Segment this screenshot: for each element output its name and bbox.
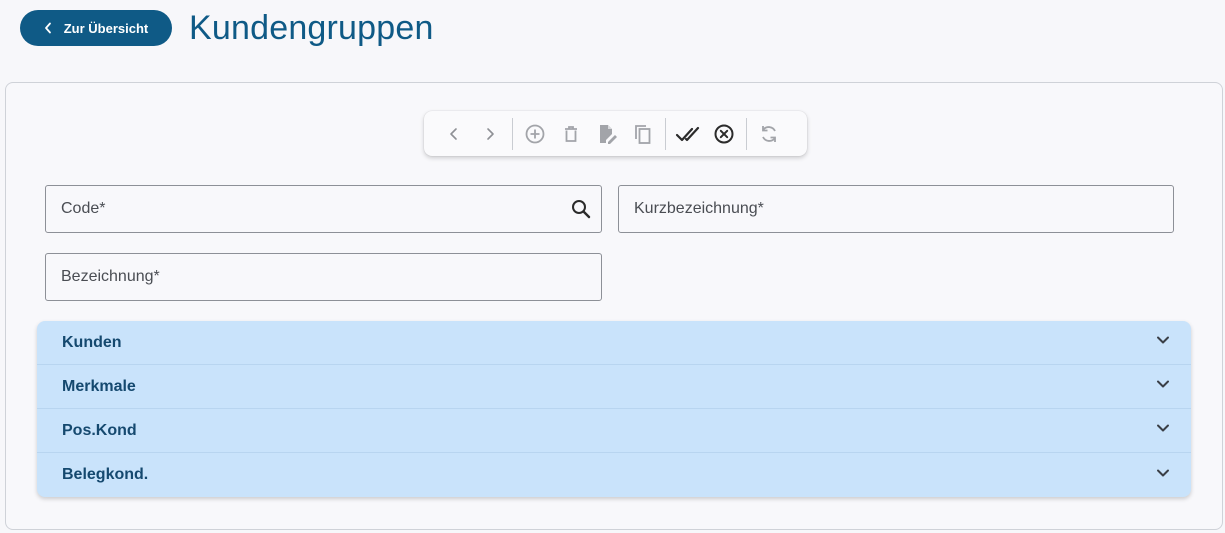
record-toolbar xyxy=(424,111,807,156)
plus-circle-icon xyxy=(524,123,546,145)
chevron-down-icon xyxy=(1155,420,1171,441)
bezeichnung-field xyxy=(45,253,602,301)
accordion: Kunden Merkmale Pos.Kond Belegkond. xyxy=(37,321,1191,497)
kurzbezeichnung-field xyxy=(618,185,1174,233)
copy-icon xyxy=(632,123,654,145)
delete-button[interactable] xyxy=(553,116,589,152)
edit-button[interactable] xyxy=(589,116,625,152)
chevron-down-icon xyxy=(1155,465,1171,486)
refresh-icon xyxy=(758,123,780,145)
trash-icon xyxy=(561,123,581,145)
previous-button[interactable] xyxy=(436,116,472,152)
chevron-left-icon xyxy=(44,22,52,34)
accordion-item-label: Pos.Kond xyxy=(62,421,137,439)
code-input[interactable] xyxy=(61,200,601,218)
add-button[interactable] xyxy=(517,116,553,152)
search-icon[interactable] xyxy=(570,198,592,225)
file-edit-icon xyxy=(596,123,618,145)
form-card: Kunden Merkmale Pos.Kond Belegkond. xyxy=(5,82,1223,530)
chevron-left-icon xyxy=(444,124,464,144)
toolbar-divider xyxy=(746,117,747,150)
chevron-down-icon xyxy=(1155,376,1171,397)
next-button[interactable] xyxy=(472,116,508,152)
accordion-item-merkmale[interactable]: Merkmale xyxy=(37,365,1191,409)
accordion-item-label: Kunden xyxy=(62,333,122,351)
chevron-down-icon xyxy=(1155,332,1171,353)
x-circle-icon xyxy=(713,123,735,145)
save-button[interactable] xyxy=(670,116,706,152)
accordion-item-belegkond[interactable]: Belegkond. xyxy=(37,453,1191,497)
back-to-overview-button[interactable]: Zur Übersicht xyxy=(20,10,172,46)
bezeichnung-input[interactable] xyxy=(61,268,601,286)
accordion-item-label: Merkmale xyxy=(62,377,136,395)
copy-button[interactable] xyxy=(625,116,661,152)
cancel-button[interactable] xyxy=(706,116,742,152)
accordion-item-pos-kond[interactable]: Pos.Kond xyxy=(37,409,1191,453)
toolbar-divider xyxy=(512,117,513,150)
page-title: Kundengruppen xyxy=(189,8,434,47)
accordion-item-kunden[interactable]: Kunden xyxy=(37,321,1191,365)
back-button-label: Zur Übersicht xyxy=(63,20,149,36)
code-field xyxy=(45,185,602,233)
refresh-button[interactable] xyxy=(751,116,787,152)
page-header: Zur Übersicht Kundengruppen xyxy=(20,0,434,56)
check-double-icon xyxy=(675,123,701,145)
chevron-right-icon xyxy=(480,124,500,144)
toolbar-divider xyxy=(665,117,666,150)
accordion-item-label: Belegkond. xyxy=(62,466,149,483)
kurzbezeichnung-input[interactable] xyxy=(634,200,1173,218)
